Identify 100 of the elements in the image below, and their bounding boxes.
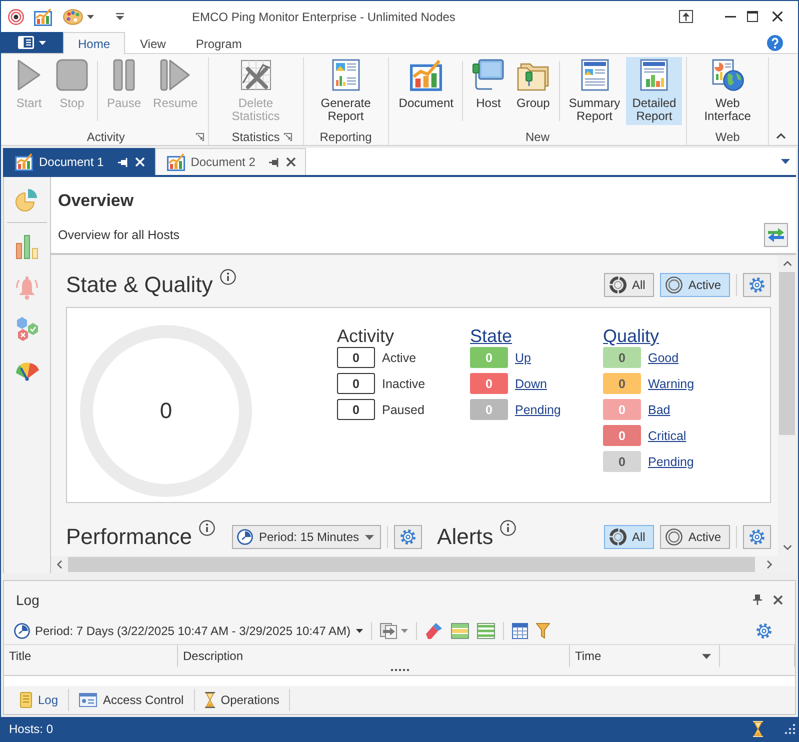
document-tab[interactable]: Document 1	[3, 148, 155, 175]
caret-icon[interactable]	[87, 14, 94, 18]
ribbon-button[interactable]: Document	[392, 57, 460, 112]
table-icon[interactable]	[512, 623, 528, 639]
settings-button[interactable]	[743, 525, 771, 549]
close-icon[interactable]	[772, 11, 783, 22]
hexagons-icon[interactable]	[14, 316, 40, 342]
column-header[interactable]: Description	[178, 645, 570, 667]
ribbon-tab[interactable]: Program	[180, 32, 257, 54]
filter-button[interactable]: All	[604, 525, 654, 549]
id-card-icon	[79, 693, 98, 707]
app-menu-button[interactable]	[1, 32, 63, 53]
sort-caret-icon	[702, 654, 711, 658]
gear-icon	[400, 529, 416, 545]
ribbon-button[interactable]: Summary Report	[562, 57, 626, 125]
globe-report-icon	[712, 59, 744, 91]
status-link[interactable]: Pending	[515, 402, 561, 416]
caret-up-icon[interactable]	[776, 133, 786, 139]
column-header[interactable]: Time	[570, 645, 720, 667]
period-dropdown[interactable]: Period: 15 Minutes	[232, 525, 382, 549]
export-icon[interactable]	[380, 623, 398, 639]
level-link[interactable]: Bad	[648, 402, 670, 416]
palette-icon[interactable]	[63, 8, 83, 24]
status-text: Hosts: 0	[9, 722, 54, 736]
resize-grip-icon[interactable]	[785, 724, 795, 734]
state-count: 0	[470, 347, 508, 368]
rows-icon[interactable]	[450, 623, 469, 639]
scroll-up-icon[interactable]	[782, 261, 792, 266]
panel-tab[interactable]: Access Control	[69, 689, 195, 711]
status-link[interactable]: Down	[515, 376, 547, 390]
gear-icon[interactable]	[756, 623, 772, 639]
info-icon	[500, 520, 516, 536]
eraser-icon[interactable]	[424, 623, 443, 639]
swap-button[interactable]	[764, 223, 788, 247]
settings-button[interactable]	[394, 525, 422, 549]
section-title: Performance	[66, 524, 192, 550]
ring-icon	[665, 276, 684, 294]
customize-icon[interactable]	[116, 13, 124, 20]
help-icon[interactable]	[767, 34, 783, 50]
caret-down-icon[interactable]	[781, 159, 790, 164]
activity-label: Paused	[382, 402, 424, 416]
line-chart-icon[interactable]	[34, 8, 52, 26]
gear-icon	[749, 277, 765, 293]
period-dropdown[interactable]: Period: 7 Days (3/22/2025 10:47 AM - 3/29/2025 10:47 AM)	[14, 623, 363, 639]
info-icon	[198, 520, 215, 536]
level-link[interactable]: Pending	[648, 454, 694, 468]
group-label: Web	[714, 130, 741, 144]
pin-icon[interactable]	[753, 594, 762, 605]
maximize-icon[interactable]	[747, 11, 758, 22]
clock-icon	[14, 623, 30, 639]
filter-icon[interactable]	[536, 623, 550, 639]
close-icon[interactable]	[773, 594, 783, 604]
ribbon-button[interactable]: Detailed Report	[626, 57, 682, 125]
pin-icon[interactable]	[269, 158, 280, 166]
ribbon-button[interactable]: Host	[466, 57, 510, 112]
level-link[interactable]: Critical	[648, 428, 686, 442]
bar-chart-icon[interactable]	[15, 234, 39, 260]
level-link[interactable]: Warning	[648, 376, 694, 390]
scroll-thumb[interactable]	[68, 557, 755, 572]
status-link[interactable]: Up	[515, 350, 531, 364]
ribbon-button[interactable]: Group	[510, 57, 556, 112]
panel-tab[interactable]: Operations	[194, 689, 290, 711]
activity-count: 0	[337, 373, 375, 394]
group-label: Activity	[86, 130, 126, 144]
report-icon	[580, 59, 609, 91]
vertical-scrollbar[interactable]	[778, 255, 796, 556]
level-link[interactable]: Good	[648, 350, 679, 364]
filter-button[interactable]: Active	[660, 525, 730, 549]
ribbon-button[interactable]: Web Interface	[698, 57, 757, 125]
page-title: Overview	[58, 191, 135, 211]
ribbon-button[interactable]: Generate Report	[314, 57, 377, 125]
hourglass-icon	[753, 721, 763, 737]
dialog-launcher-icon[interactable]	[196, 132, 204, 140]
minimize-icon[interactable]	[725, 16, 736, 18]
column-header[interactable]: Title	[4, 645, 178, 667]
pin-icon[interactable]	[118, 158, 129, 166]
caret-icon	[39, 40, 46, 44]
ribbon-tab[interactable]: Home	[63, 32, 126, 54]
ribbon-tab[interactable]: View	[125, 32, 181, 54]
filter-button[interactable]: Active	[660, 273, 730, 297]
dialog-launcher-icon[interactable]	[284, 132, 292, 140]
ring-icon	[608, 528, 627, 546]
panel-tab[interactable]: Log	[10, 689, 70, 711]
quality-count: 0	[603, 425, 641, 446]
scroll-right-icon[interactable]	[767, 560, 772, 569]
scroll-thumb[interactable]	[779, 272, 795, 435]
activity-label: Inactive	[382, 376, 426, 390]
rows-icon[interactable]	[476, 623, 495, 639]
keep-on-top-icon[interactable]	[679, 10, 693, 23]
settings-button[interactable]	[743, 273, 771, 297]
scroll-down-icon[interactable]	[782, 545, 792, 550]
scroll-left-icon[interactable]	[57, 560, 62, 569]
close-icon[interactable]	[286, 157, 296, 167]
filter-button[interactable]: All	[604, 273, 654, 297]
target-icon[interactable]	[8, 8, 24, 24]
document-tab[interactable]: Document 2	[154, 148, 306, 175]
column-title-link[interactable]: Quality	[603, 325, 660, 347]
group-label: Reporting	[318, 130, 373, 144]
line-chart-icon	[410, 59, 442, 91]
column-title-link[interactable]: State	[470, 325, 512, 347]
